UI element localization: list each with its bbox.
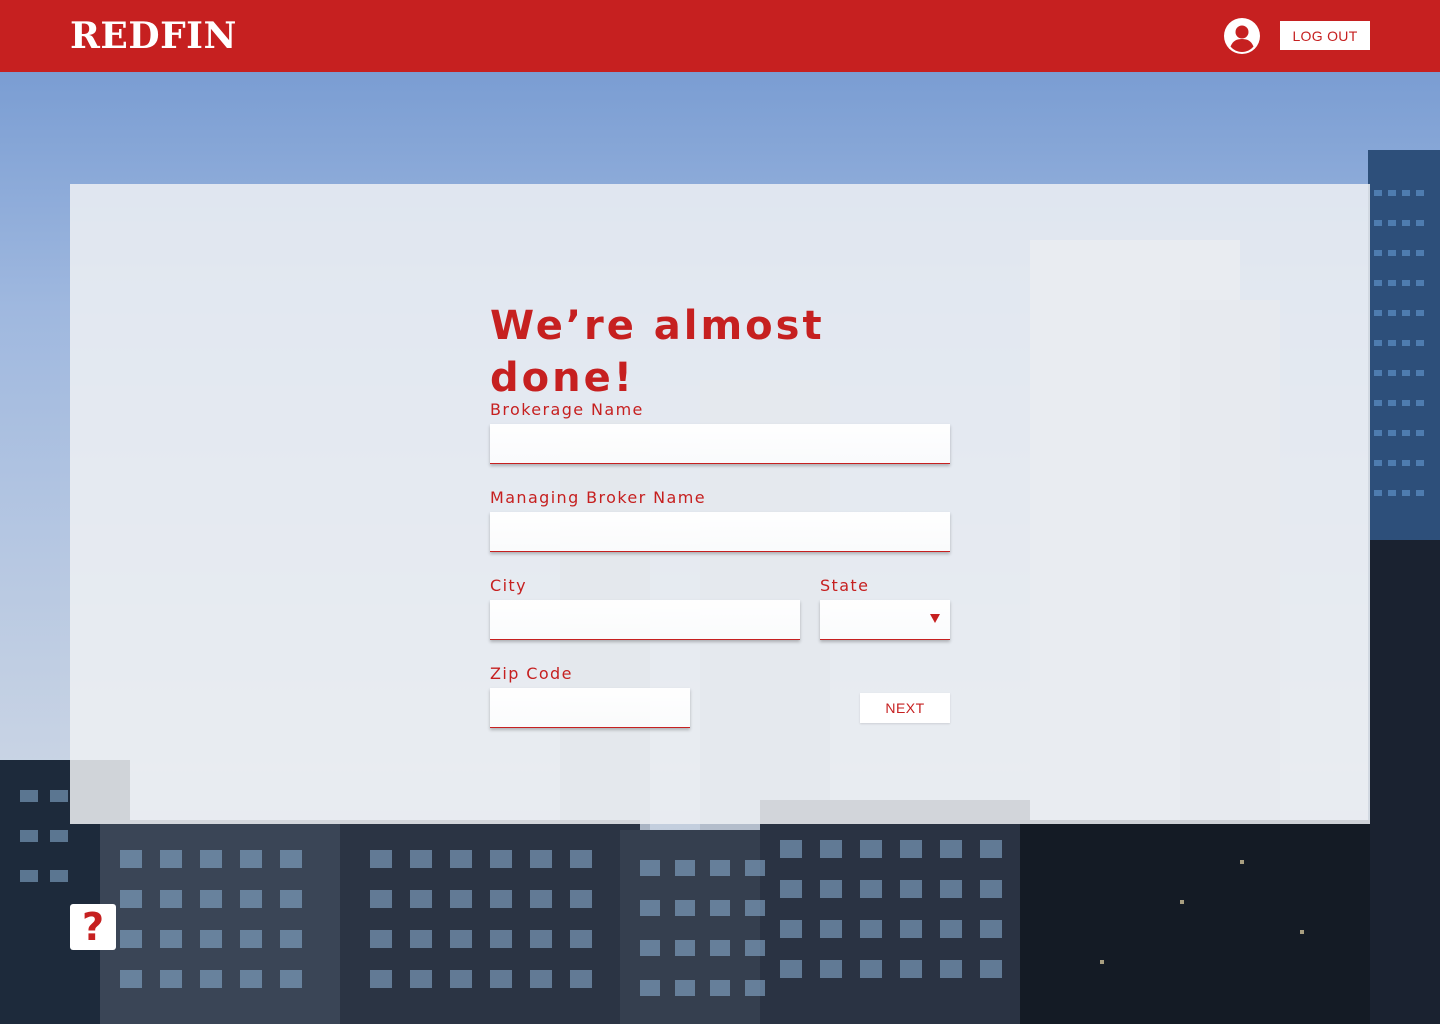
zip-code-label: Zip Code <box>490 664 573 683</box>
brokerage-name-input[interactable] <box>490 424 950 464</box>
caret-down-icon[interactable] <box>930 614 940 623</box>
state-label: State <box>820 576 870 595</box>
brokerage-name-label: Brokerage Name <box>490 400 644 419</box>
managing-broker-name-label: Managing Broker Name <box>490 488 706 507</box>
city-input[interactable] <box>490 600 800 640</box>
top-header-bar: REDFIN LOG OUT <box>0 0 1440 72</box>
redfin-logo[interactable]: REDFIN <box>70 14 237 58</box>
next-button[interactable]: NEXT <box>860 693 950 723</box>
help-question-icon[interactable]: ? <box>70 904 116 950</box>
logout-button[interactable]: LOG OUT <box>1280 21 1370 50</box>
city-label: City <box>490 576 527 595</box>
state-select[interactable] <box>820 600 950 640</box>
zip-code-input[interactable] <box>490 688 690 728</box>
managing-broker-name-input[interactable] <box>490 512 950 552</box>
signup-card: We’re almost done! Brokerage Name Managi… <box>70 184 1370 824</box>
brokerage-details-form: We’re almost done! Brokerage Name Managi… <box>490 184 950 824</box>
page-title: We’re almost done! <box>490 303 825 401</box>
user-circle-icon[interactable] <box>1224 18 1260 54</box>
